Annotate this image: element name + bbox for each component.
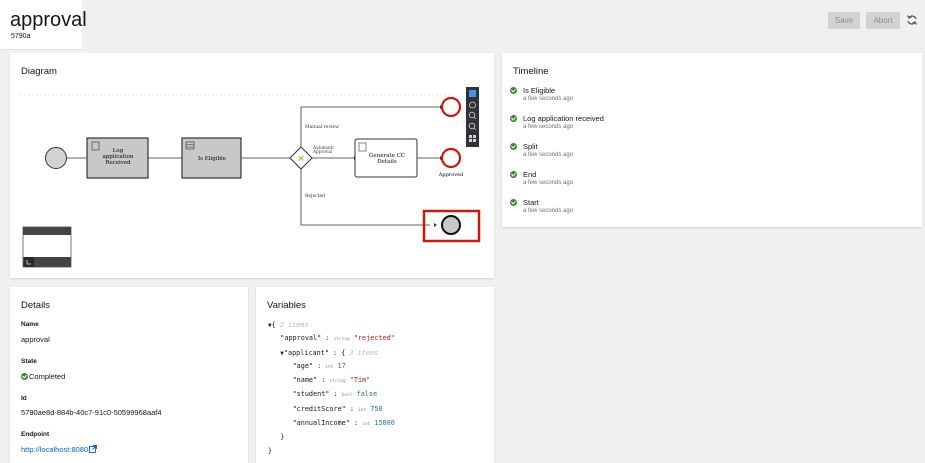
json-key: "applicant" bbox=[283, 348, 329, 357]
json-close-brace: } bbox=[268, 433, 285, 442]
task-generate-cc[interactable]: Generate CC Details bbox=[354, 138, 418, 178]
check-circle-icon bbox=[510, 199, 517, 206]
state-label: State bbox=[21, 358, 37, 365]
details-card: Details Name approval State Completed Id… bbox=[10, 287, 248, 463]
end-event-approved[interactable] bbox=[440, 147, 462, 169]
json-value: "rejected" bbox=[353, 334, 395, 343]
page-subtitle: 5790a bbox=[11, 33, 31, 40]
json-type: int bbox=[362, 422, 371, 428]
json-item-count: 3 items bbox=[349, 348, 379, 357]
save-button[interactable]: Save bbox=[828, 12, 860, 29]
exclusive-gateway[interactable]: × bbox=[289, 146, 313, 170]
check-circle-icon bbox=[21, 373, 28, 380]
check-circle-icon bbox=[510, 143, 517, 150]
task-is-eligible[interactable]: Is Eligible bbox=[181, 137, 242, 179]
json-row: "creditScore" : int 750 bbox=[292, 404, 383, 413]
endpoint-label: Endpoint bbox=[21, 431, 50, 438]
page-title: approval bbox=[10, 9, 87, 31]
check-circle-icon bbox=[510, 171, 517, 178]
endpoint-link[interactable]: http://localhost:8080 bbox=[21, 445, 88, 454]
name-label: Name bbox=[21, 321, 39, 328]
diagram-toolbar bbox=[466, 87, 479, 147]
svg-text:×: × bbox=[297, 154, 305, 164]
json-close-brace: } bbox=[268, 446, 273, 455]
json-row: "annualIncome" : int 15000 bbox=[292, 419, 395, 428]
details-title: Details bbox=[21, 300, 51, 311]
variables-card: Variables ▼{ 2 items "approval" : string… bbox=[256, 287, 494, 463]
timeline-item-time: a few seconds ago bbox=[523, 96, 574, 102]
json-key: "annualIncome" bbox=[292, 419, 350, 428]
json-row: "approval" : string "rejected" bbox=[280, 334, 395, 343]
gateway-label-2: Approval bbox=[312, 149, 333, 154]
start-event[interactable] bbox=[45, 147, 67, 169]
json-value: 17 bbox=[337, 361, 346, 370]
timeline-item-label: Start bbox=[523, 198, 539, 207]
json-root-row[interactable]: ▼{ 2 items bbox=[268, 319, 395, 332]
diagram-minimap[interactable] bbox=[22, 226, 72, 268]
json-key: "creditScore" bbox=[292, 404, 346, 413]
json-value: "Tim" bbox=[349, 376, 371, 385]
json-type: int bbox=[358, 407, 367, 413]
check-circle-icon bbox=[510, 115, 517, 122]
timeline-title: Timeline bbox=[513, 66, 549, 77]
task-log-label-3: Received bbox=[105, 160, 131, 166]
page-header: approval 5790a bbox=[0, 0, 87, 50]
json-row: "name" : string "Tim" bbox=[292, 376, 371, 385]
state-text: Completed bbox=[29, 372, 66, 381]
json-value: false bbox=[356, 390, 378, 399]
name-value: approval bbox=[21, 335, 50, 344]
check-circle-icon bbox=[510, 87, 517, 94]
json-type: bool bbox=[341, 393, 353, 399]
refresh-icon[interactable] bbox=[906, 14, 918, 26]
timeline-item-time: a few seconds ago bbox=[523, 208, 574, 214]
timeline-item-label: Split bbox=[523, 142, 538, 151]
json-row: "student" : bool false bbox=[292, 390, 378, 399]
json-key: "student" bbox=[292, 390, 330, 399]
json-type: int bbox=[325, 364, 334, 370]
json-key: "age" bbox=[292, 361, 314, 370]
json-item-count: 2 items bbox=[279, 321, 309, 329]
variables-json-viewer: ▼{ 2 items "approval" : string "rejected… bbox=[268, 319, 395, 458]
state-value: Completed bbox=[21, 372, 65, 381]
manual-review-label: Manual review bbox=[305, 124, 339, 130]
json-value: 750 bbox=[370, 404, 383, 413]
id-value: 5790ae8d-884b-40c7-91c0-50599968aaf4 bbox=[21, 408, 162, 417]
task-log-application[interactable]: Log application Received bbox=[86, 137, 149, 179]
timeline-item-label: End bbox=[523, 170, 537, 179]
diagram-card: Diagram Log application Received Is Elig… bbox=[10, 53, 494, 278]
timeline-item-time: a few seconds ago bbox=[523, 124, 574, 130]
json-type: string bbox=[329, 379, 346, 385]
abort-button[interactable]: Abort bbox=[866, 12, 900, 29]
json-value: 15000 bbox=[374, 419, 395, 428]
id-label: Id bbox=[21, 395, 27, 402]
json-row: "age" : int 17 bbox=[292, 361, 346, 370]
end-event-rejected[interactable] bbox=[441, 215, 461, 235]
approved-label: Approved bbox=[438, 172, 464, 178]
json-type: string bbox=[333, 337, 350, 343]
timeline-item-label: Is Eligible bbox=[523, 86, 556, 95]
timeline-item-time: a few seconds ago bbox=[523, 180, 574, 186]
json-key: "name" bbox=[292, 376, 318, 385]
json-row[interactable]: ▼"applicant" : { 3 items bbox=[268, 347, 395, 360]
fit-icon[interactable] bbox=[469, 135, 472, 138]
caret-down-icon[interactable]: ▼ bbox=[268, 322, 272, 329]
timeline-item-label: Log application received bbox=[523, 114, 604, 123]
json-key: "approval" bbox=[280, 334, 322, 343]
task-generate-cc-label-2: Details bbox=[377, 159, 397, 165]
variables-title: Variables bbox=[267, 300, 306, 311]
cursor-icon[interactable] bbox=[469, 90, 476, 97]
rejected-label: Rejected bbox=[305, 193, 325, 199]
timeline-card: Timeline Is Eligible a few seconds ago L… bbox=[502, 53, 922, 227]
end-event-manual[interactable] bbox=[440, 96, 462, 118]
endpoint-row: http://localhost:8080 bbox=[21, 445, 98, 454]
external-link-icon[interactable] bbox=[89, 445, 98, 453]
process-diagram: Log application Received Is Eligible × A… bbox=[20, 87, 481, 268]
task-is-eligible-label: Is Eligible bbox=[198, 156, 226, 162]
timeline-item-time: a few seconds ago bbox=[523, 152, 574, 158]
